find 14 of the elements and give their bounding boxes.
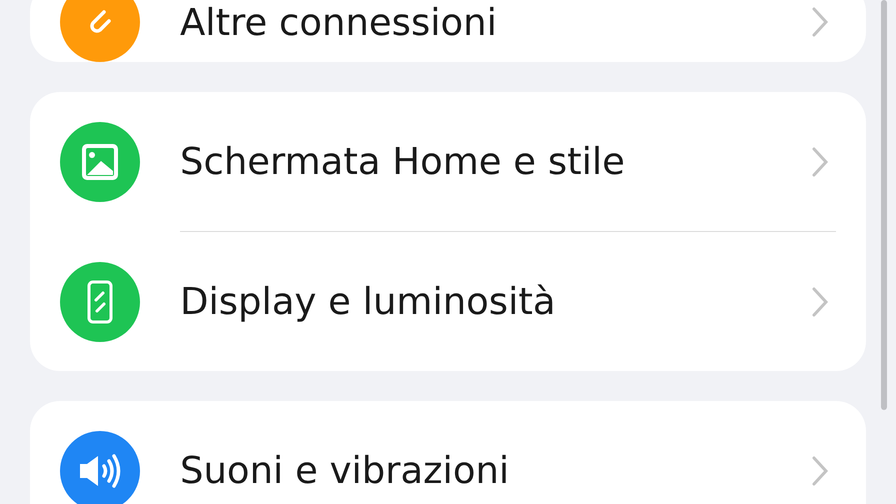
chevron-icon — [810, 454, 830, 486]
item-label: Schermata Home e stile — [180, 140, 626, 183]
item-label: Suoni e vibrazioni — [180, 449, 510, 492]
settings-item[interactable]: Schermata Home e stile — [30, 92, 866, 231]
settings-item[interactable]: Suoni e vibrazioni — [30, 401, 866, 504]
chevron-icon — [810, 6, 830, 38]
settings-item[interactable]: Altre connessioni — [30, 0, 866, 62]
chevron-icon — [810, 146, 830, 178]
item-label: Display e luminosità — [180, 280, 557, 323]
chevron-icon — [810, 286, 830, 318]
settings-item[interactable]: Display e luminosità — [30, 232, 866, 371]
phone-icon — [86, 280, 114, 324]
item-label: Altre connessioni — [180, 0, 498, 44]
scrollbar[interactable] — [881, 0, 887, 410]
